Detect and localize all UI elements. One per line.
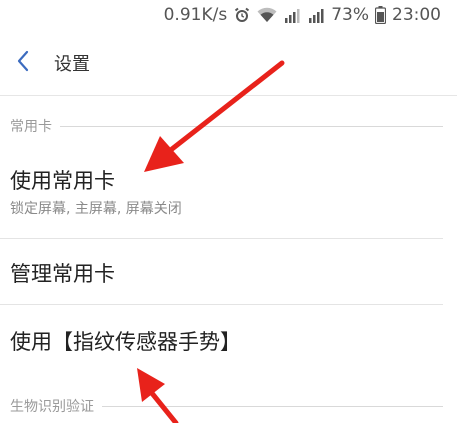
battery-icon [375, 6, 386, 24]
item-title: 管理常用卡 [10, 262, 115, 286]
section-label: 常用卡 [10, 119, 52, 135]
back-button[interactable] [6, 43, 40, 83]
settings-screen: 0.91K/s 73% 23:00 设置 常用卡 使用常用卡 锁定屏幕, 主屏幕… [0, 0, 457, 423]
network-speed: 0.91K/s [163, 5, 228, 25]
section-header-biometric: 生物识别验证 [10, 396, 443, 416]
battery-percent: 73% [331, 5, 369, 25]
wifi-icon [257, 7, 277, 23]
signal-4g-icon [307, 7, 325, 23]
section-divider [60, 125, 443, 127]
signal-3g-icon [283, 7, 301, 23]
section-divider [102, 405, 443, 407]
status-time: 23:00 [392, 5, 441, 25]
header-divider [0, 95, 457, 96]
list-item-use-common-card[interactable]: 使用常用卡 锁定屏幕, 主屏幕, 屏幕关闭 [0, 150, 457, 236]
chevron-left-icon [16, 50, 30, 76]
app-header: 设置 [0, 38, 457, 88]
status-bar: 0.91K/s 73% 23:00 [0, 0, 457, 30]
item-title: 使用常用卡 [10, 169, 115, 193]
alarm-clock-icon [233, 6, 251, 24]
section-header-common-card: 常用卡 [10, 116, 443, 136]
list-item-manage-common-card[interactable]: 管理常用卡 [0, 239, 457, 303]
section-label: 生物识别验证 [10, 399, 94, 415]
list-item-use-fingerprint-gesture[interactable]: 使用【指纹传感器手势】 [0, 305, 457, 375]
item-title: 使用【指纹传感器手势】 [10, 330, 241, 354]
page-title: 设置 [54, 54, 90, 75]
item-subtitle: 锁定屏幕, 主屏幕, 屏幕关闭 [10, 201, 182, 217]
